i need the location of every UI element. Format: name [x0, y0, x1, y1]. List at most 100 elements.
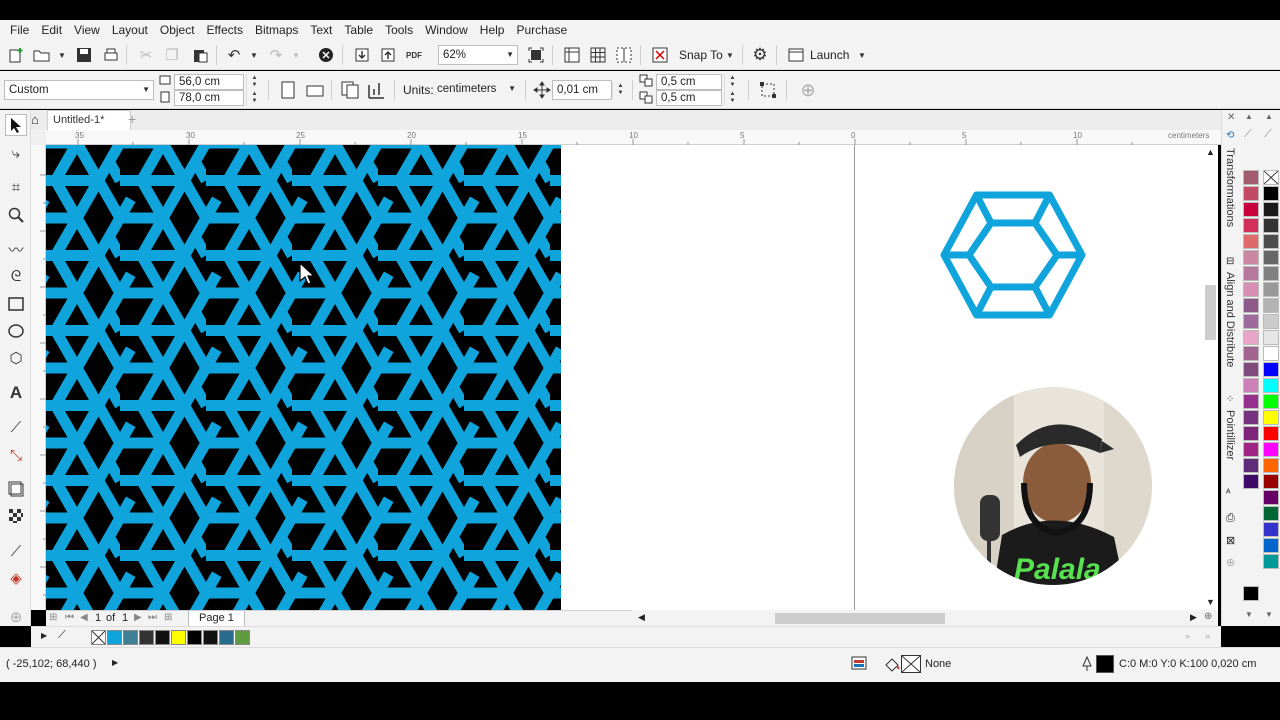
color-swatch[interactable]	[1263, 442, 1279, 457]
document-tab[interactable]: Untitled-1*	[47, 110, 131, 130]
color-swatch[interactable]	[123, 630, 138, 645]
color-swatch[interactable]	[235, 630, 250, 645]
color-swatch[interactable]	[1263, 522, 1279, 537]
color-swatch[interactable]	[1243, 474, 1259, 489]
page-width-input[interactable]: 56,0 cm	[174, 74, 244, 90]
first-page-icon[interactable]: ⏮	[65, 612, 74, 623]
color-swatch[interactable]	[1263, 378, 1279, 393]
color-swatch[interactable]	[1243, 362, 1259, 377]
export-icon[interactable]	[378, 45, 398, 65]
color-swatch[interactable]	[1243, 586, 1259, 601]
open-dropdown-icon[interactable]: ▼	[52, 45, 72, 65]
hexagon-logo[interactable]	[940, 191, 1086, 319]
vertical-ruler[interactable]	[31, 145, 46, 610]
home-icon[interactable]: ⌂	[31, 112, 47, 128]
print-icon[interactable]	[101, 45, 121, 65]
color-swatch[interactable]	[1243, 410, 1259, 425]
docker-tab-transformations[interactable]: Transformations	[1224, 148, 1236, 227]
copy-icon[interactable]: ❐	[162, 45, 182, 65]
palette-scroll-up-icon[interactable]: ▲	[1245, 112, 1253, 121]
cut-icon[interactable]: ✂	[136, 45, 156, 65]
menu-bitmaps[interactable]: Bitmaps	[249, 20, 304, 40]
horizontal-ruler[interactable]: 35 30 25 20 15 10 5 0 5 10 centimeters	[46, 130, 1221, 145]
ruler-origin[interactable]	[31, 130, 46, 145]
interactive-fill-icon[interactable]: ◈	[5, 567, 27, 589]
color-swatch[interactable]	[1263, 506, 1279, 521]
fill-none-swatch[interactable]	[901, 655, 921, 673]
vertical-scroll-thumb[interactable]	[1205, 285, 1216, 340]
outline-pen-icon[interactable]	[1081, 655, 1093, 675]
color-swatch[interactable]	[1263, 538, 1279, 553]
add-icon[interactable]: ⊕	[798, 80, 818, 100]
color-swatch[interactable]	[1263, 458, 1279, 473]
page-size-dropdown[interactable]: Custom ▼	[4, 80, 154, 100]
color-swatch[interactable]	[1243, 298, 1259, 313]
snap-to-button[interactable]: Snap To	[679, 45, 723, 65]
color-swatch[interactable]	[1263, 330, 1279, 345]
color-swatch[interactable]	[1243, 394, 1259, 409]
menu-window[interactable]: Window	[419, 20, 474, 40]
palette-scroll-up-icon[interactable]: ▲	[1265, 112, 1273, 121]
rectangle-tool-icon[interactable]	[5, 293, 27, 315]
units-dropdown[interactable]: centimeters ▼	[433, 80, 519, 100]
no-color-swatch[interactable]	[91, 630, 106, 645]
palette-scroll-right-icon[interactable]: »	[1205, 631, 1210, 641]
color-swatch[interactable]	[1243, 170, 1259, 185]
color-swatch[interactable]	[1243, 202, 1259, 217]
full-screen-preview-icon[interactable]	[526, 45, 546, 65]
docker-tab-pointillizer[interactable]: Pointillizer	[1224, 410, 1236, 460]
last-page-icon[interactable]: ⏭	[148, 612, 157, 623]
show-rulers-icon[interactable]	[562, 45, 582, 65]
scroll-down-icon[interactable]: ▼	[1206, 597, 1215, 607]
snap-off-icon[interactable]	[650, 45, 670, 65]
color-swatch[interactable]	[1263, 474, 1279, 489]
add-page-before-icon[interactable]: ⊞	[49, 612, 57, 623]
undo-icon[interactable]: ↶	[224, 45, 244, 65]
color-swatch[interactable]	[1263, 554, 1279, 569]
snap-to-dropdown-icon[interactable]: ▼	[720, 45, 740, 65]
color-swatch[interactable]	[1263, 362, 1279, 377]
duplicate-x-spinner[interactable]: ▲ ▼	[724, 74, 740, 90]
no-color-swatch[interactable]	[1263, 170, 1279, 185]
color-swatch[interactable]	[1263, 202, 1279, 217]
color-swatch[interactable]	[1263, 218, 1279, 233]
landscape-icon[interactable]	[305, 80, 325, 100]
color-swatch[interactable]	[1243, 250, 1259, 265]
color-swatch[interactable]	[1263, 266, 1279, 281]
color-swatch[interactable]	[107, 630, 122, 645]
new-tab-icon[interactable]: +	[128, 111, 136, 127]
color-proofing-icon[interactable]	[851, 656, 867, 673]
color-swatch[interactable]	[1243, 426, 1259, 441]
previous-page-icon[interactable]: ◀	[80, 612, 88, 623]
menu-edit[interactable]: Edit	[35, 20, 68, 40]
scroll-up-icon[interactable]: ▲	[1206, 147, 1215, 157]
color-swatch[interactable]	[219, 630, 234, 645]
menu-object[interactable]: Object	[154, 20, 201, 40]
properties-icon[interactable]: ⊠	[1226, 534, 1235, 547]
portrait-icon[interactable]	[278, 80, 298, 100]
show-guidelines-icon[interactable]	[614, 45, 634, 65]
search-content-icon[interactable]	[316, 45, 336, 65]
text-tool-icon[interactable]: A	[5, 382, 27, 404]
color-swatch[interactable]	[1263, 298, 1279, 313]
page-height-input[interactable]: 78,0 cm	[174, 90, 244, 106]
color-swatch[interactable]	[1243, 314, 1259, 329]
menu-layout[interactable]: Layout	[106, 20, 154, 40]
shape-tool-icon[interactable]: ⤷	[5, 142, 27, 164]
import-icon[interactable]	[352, 45, 372, 65]
redo-icon[interactable]: ↷	[266, 45, 286, 65]
color-swatch[interactable]	[1263, 314, 1279, 329]
menu-table[interactable]: Table	[338, 20, 379, 40]
page-tab[interactable]: Page 1	[188, 611, 245, 627]
palette-scroll-right-icon[interactable]: »	[1185, 631, 1190, 641]
all-pages-icon[interactable]	[340, 80, 360, 100]
color-swatch[interactable]	[1263, 410, 1279, 425]
open-folder-icon[interactable]	[32, 45, 52, 65]
add-tool-icon[interactable]: ⊕	[5, 606, 27, 628]
color-swatch[interactable]	[1243, 282, 1259, 297]
color-swatch[interactable]	[1263, 186, 1279, 201]
artistic-media-icon[interactable]: ᘓ	[5, 265, 27, 287]
color-swatch[interactable]	[139, 630, 154, 645]
palette-scroll-down-icon[interactable]: ▼	[1245, 610, 1253, 619]
menu-text[interactable]: Text	[304, 20, 338, 40]
